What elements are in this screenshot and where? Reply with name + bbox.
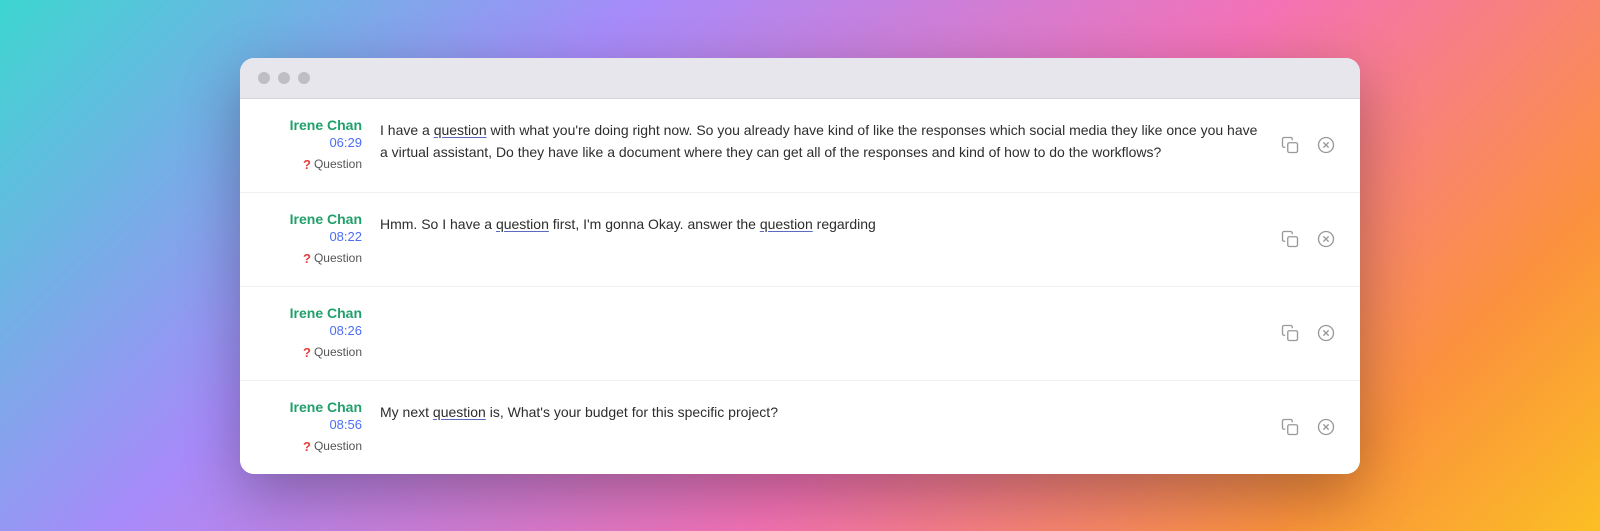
- app-window: Irene Chan 06:29 ? Question I have a que…: [240, 58, 1360, 474]
- message-meta: Irene Chan 08:26 ? Question: [260, 305, 380, 362]
- window-dot-1: [258, 72, 270, 84]
- window-dot-3: [298, 72, 310, 84]
- close-circle-icon: [1317, 230, 1335, 248]
- message-tag: ? Question: [303, 345, 362, 360]
- copy-icon: [1281, 418, 1299, 436]
- close-circle-icon: [1317, 418, 1335, 436]
- question-icon: ?: [303, 251, 311, 266]
- window-dot-2: [278, 72, 290, 84]
- tag-label: Question: [314, 345, 362, 359]
- highlighted-word: question: [496, 216, 549, 232]
- titlebar: [240, 58, 1360, 99]
- message-tag: ? Question: [303, 157, 362, 172]
- remove-button[interactable]: [1312, 131, 1340, 159]
- copy-icon: [1281, 324, 1299, 342]
- message-actions: [1264, 319, 1340, 347]
- copy-button[interactable]: [1276, 413, 1304, 441]
- copy-icon: [1281, 136, 1299, 154]
- question-icon: ?: [303, 345, 311, 360]
- message-text: Hmm. So I have a question first, I'm gon…: [380, 211, 1264, 235]
- timestamp: 08:56: [260, 417, 362, 432]
- copy-button[interactable]: [1276, 131, 1304, 159]
- message-meta: Irene Chan 08:56 ? Question: [260, 399, 380, 456]
- tag-label: Question: [314, 439, 362, 453]
- messages-list: Irene Chan 06:29 ? Question I have a que…: [240, 99, 1360, 474]
- message-actions: [1264, 131, 1340, 159]
- timestamp: 08:26: [260, 323, 362, 338]
- message-meta: Irene Chan 06:29 ? Question: [260, 117, 380, 174]
- copy-button[interactable]: [1276, 225, 1304, 253]
- question-icon: ?: [303, 439, 311, 454]
- message-row: Irene Chan 08:26 ? Question: [240, 287, 1360, 381]
- remove-button[interactable]: [1312, 319, 1340, 347]
- remove-button[interactable]: [1312, 413, 1340, 441]
- highlighted-word: question: [760, 216, 813, 232]
- message-text: [380, 305, 1264, 307]
- copy-button[interactable]: [1276, 319, 1304, 347]
- message-actions: [1264, 225, 1340, 253]
- remove-button[interactable]: [1312, 225, 1340, 253]
- timestamp: 08:22: [260, 229, 362, 244]
- highlighted-word: question: [433, 404, 486, 420]
- message-row: Irene Chan 08:56 ? Question My next ques…: [240, 381, 1360, 474]
- message-tag: ? Question: [303, 439, 362, 454]
- message-text: I have a question with what you're doing…: [380, 117, 1264, 164]
- speaker-name: Irene Chan: [260, 117, 362, 133]
- message-row: Irene Chan 08:22 ? Question Hmm. So I ha…: [240, 193, 1360, 287]
- tag-label: Question: [314, 251, 362, 265]
- question-icon: ?: [303, 157, 311, 172]
- close-circle-icon: [1317, 324, 1335, 342]
- timestamp: 06:29: [260, 135, 362, 150]
- close-circle-icon: [1317, 136, 1335, 154]
- highlighted-word: question: [434, 122, 487, 138]
- copy-icon: [1281, 230, 1299, 248]
- speaker-name: Irene Chan: [260, 211, 362, 227]
- message-tag: ? Question: [303, 251, 362, 266]
- message-row: Irene Chan 06:29 ? Question I have a que…: [240, 99, 1360, 193]
- speaker-name: Irene Chan: [260, 305, 362, 321]
- speaker-name: Irene Chan: [260, 399, 362, 415]
- tag-label: Question: [314, 157, 362, 171]
- message-meta: Irene Chan 08:22 ? Question: [260, 211, 380, 268]
- message-actions: [1264, 413, 1340, 441]
- message-text: My next question is, What's your budget …: [380, 399, 1264, 423]
